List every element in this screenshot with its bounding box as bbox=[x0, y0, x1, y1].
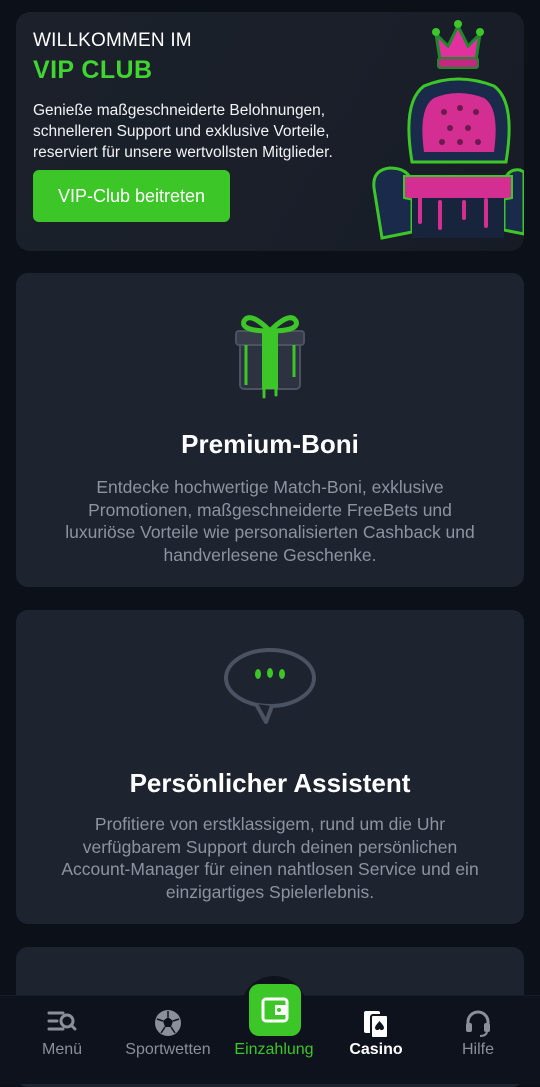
menu-search-icon bbox=[47, 1011, 77, 1031]
card-title: Persönlicher Assistent bbox=[129, 768, 411, 798]
bottom-navigation: Menü Sportwetten Einzahlung Casino Hilfe bbox=[0, 976, 540, 1084]
card-title: Premium-Boni bbox=[181, 429, 359, 459]
soccer-ball-icon bbox=[155, 1010, 181, 1036]
join-vip-club-button[interactable]: VIP-Club beitreten bbox=[33, 170, 230, 222]
nav-item-help[interactable]: Hilfe bbox=[424, 996, 532, 1084]
nav-label: Menü bbox=[41, 1041, 83, 1058]
card-description: Entdecke hochwertige Match-Boni, exklusi… bbox=[65, 477, 475, 565]
benefit-card-premium-bonus: Premium-Boni Entdecke hochwertige Match-… bbox=[16, 273, 524, 587]
nav-item-casino[interactable]: Casino bbox=[322, 996, 430, 1084]
gift-icon bbox=[235, 315, 305, 399]
nav-label: Hilfe bbox=[461, 1041, 494, 1058]
card-description: Profitiere von erstklassigem, rund um di… bbox=[61, 814, 479, 902]
hero-description: Genieße maßgeschneiderte Belohnungen, sc… bbox=[33, 102, 333, 161]
nav-item-deposit[interactable]: Einzahlung bbox=[220, 996, 328, 1084]
nav-label: Einzahlung bbox=[234, 1041, 314, 1058]
headset-icon bbox=[466, 1010, 490, 1037]
benefit-card-personal-assistant: Persönlicher Assistent Profitiere von er… bbox=[16, 610, 524, 924]
nav-label: Casino bbox=[349, 1041, 403, 1058]
nav-item-sports[interactable]: Sportwetten bbox=[114, 996, 222, 1084]
playing-cards-icon bbox=[364, 1011, 389, 1039]
throne-crown-illustration bbox=[372, 20, 524, 240]
chat-bubble-icon bbox=[224, 648, 316, 724]
nav-label: Sportwetten bbox=[125, 1041, 211, 1058]
hero-pretitle: WILLKOMMEN IM bbox=[33, 30, 192, 51]
nav-item-menu[interactable]: Menü bbox=[8, 996, 116, 1084]
vip-hero-banner: WILLKOMMEN IM VIP CLUB Genieße maßgeschn… bbox=[16, 12, 524, 251]
hero-title: VIP CLUB bbox=[33, 56, 153, 84]
crown-icon bbox=[432, 20, 484, 69]
